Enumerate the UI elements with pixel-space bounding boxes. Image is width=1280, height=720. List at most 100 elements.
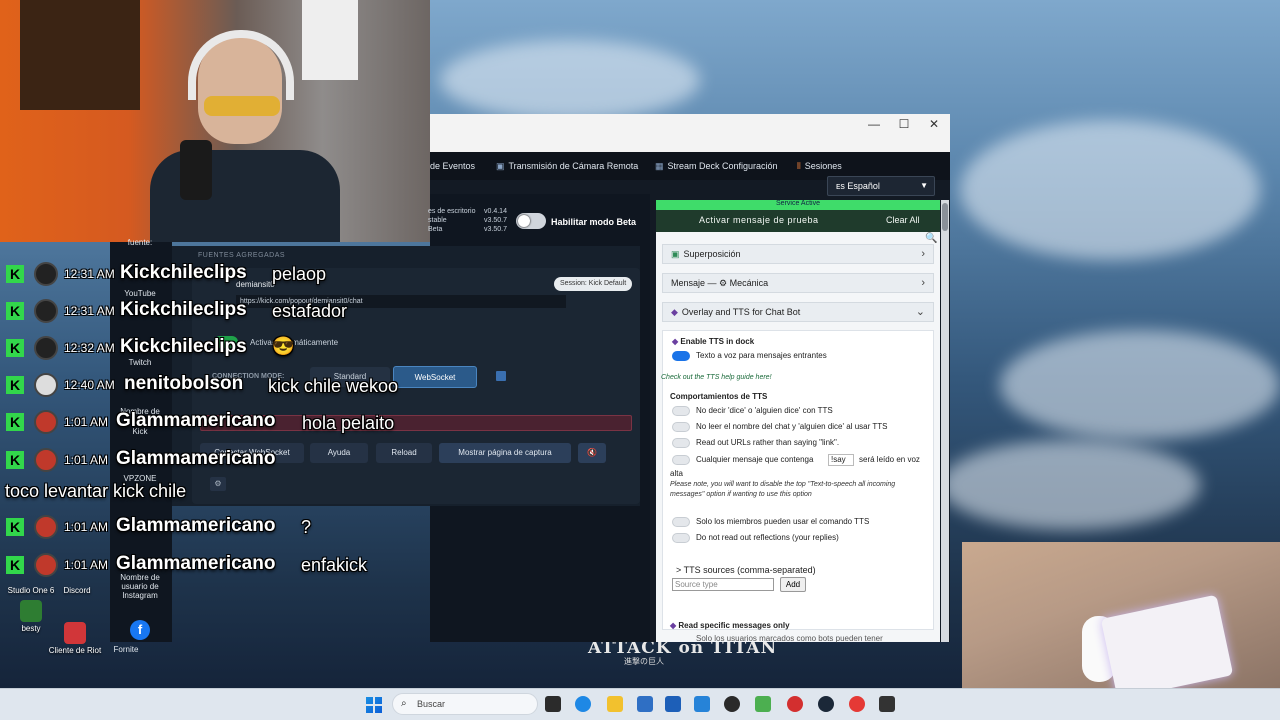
option-label-1: No decir 'dice' o 'alguien dice' con TTS bbox=[696, 406, 833, 415]
source-type-input[interactable]: Source type bbox=[672, 578, 774, 591]
avatar bbox=[34, 299, 58, 323]
enable-tts-toggle[interactable] bbox=[672, 351, 690, 361]
scrollbar-thumb[interactable] bbox=[942, 203, 948, 231]
chat-text: enfakick bbox=[301, 555, 368, 575]
headphones bbox=[188, 30, 294, 100]
avatar bbox=[34, 448, 58, 472]
mute-icon[interactable]: 🔇 bbox=[578, 443, 606, 463]
file-explorer-icon[interactable] bbox=[607, 696, 623, 712]
bots-note: Solo los usuarios marcados como bots pue… bbox=[696, 634, 883, 643]
label-fornite: Fornite bbox=[113, 645, 139, 654]
microphone bbox=[180, 140, 212, 200]
chat-username: Glammamericano bbox=[116, 515, 276, 536]
chat-text: toco levantar kick chile bbox=[5, 481, 187, 501]
chat-time: 12:31 AM bbox=[64, 304, 115, 318]
members-only-label: Solo los miembros pueden usar el comando… bbox=[696, 517, 870, 526]
camera-icon: ▣ bbox=[496, 161, 505, 171]
chat-emote: 😎 bbox=[272, 336, 295, 356]
read-specific-title: ◆ Read specific messages only bbox=[670, 621, 790, 630]
taskbar-search[interactable]: ⌕ Buscar bbox=[392, 693, 538, 715]
speaker-icon: ◆ bbox=[670, 621, 677, 630]
reload-button[interactable]: Reload bbox=[376, 443, 432, 463]
tab-sessions[interactable]: ⫴ Sesiones bbox=[797, 161, 842, 172]
label-fuente: fuente: bbox=[127, 238, 153, 247]
option-toggle-1[interactable] bbox=[672, 406, 690, 416]
help-button[interactable]: Ayuda bbox=[310, 443, 368, 463]
title-bar: — ☐ ✕ bbox=[430, 114, 950, 152]
option-toggle-4[interactable] bbox=[672, 455, 690, 465]
chevron-right-icon: › bbox=[921, 277, 925, 289]
no-reflections-toggle[interactable] bbox=[672, 533, 690, 543]
social-stream-icon[interactable] bbox=[755, 696, 771, 712]
row-message-mechanics[interactable]: Mensaje — ⚙ Mecánica › bbox=[662, 273, 934, 293]
steam-icon[interactable] bbox=[818, 696, 834, 712]
riot-icon bbox=[64, 622, 86, 644]
option-toggle-3[interactable] bbox=[672, 438, 690, 448]
search-icon[interactable]: 🔍 bbox=[925, 233, 937, 244]
windows-start-icon[interactable] bbox=[366, 697, 382, 713]
chat-time: 12:31 AM bbox=[64, 267, 115, 281]
language-select[interactable]: ᴇs Español ▼ bbox=[827, 176, 935, 196]
service-active-indicator: Service Active bbox=[656, 200, 940, 210]
info-icon[interactable] bbox=[496, 371, 506, 381]
option-toggle-2[interactable] bbox=[672, 422, 690, 432]
kick-badge-icon: K bbox=[6, 413, 24, 431]
tts-guide-link[interactable]: Check out the TTS help guide here! bbox=[661, 373, 772, 383]
clear-all-button[interactable]: Clear All bbox=[886, 215, 920, 225]
label-instagram: Nombre de usuario de Instagram bbox=[120, 573, 160, 600]
app-icon[interactable] bbox=[879, 696, 895, 712]
tts-icon: ◆ bbox=[671, 307, 678, 317]
enable-tts-sub: Texto a voz para mensajes entrantes bbox=[696, 351, 827, 360]
obs-icon[interactable] bbox=[724, 696, 740, 712]
add-source-button[interactable]: Add bbox=[780, 577, 806, 592]
chat-username: Glammamericano bbox=[116, 410, 276, 431]
tab-stream-deck[interactable]: ▦ Stream Deck Configuración bbox=[655, 161, 778, 172]
chrome-icon[interactable] bbox=[849, 696, 865, 712]
capture-page-button[interactable]: Mostrar página de captura bbox=[439, 443, 571, 463]
background-frame bbox=[20, 0, 140, 110]
background-window bbox=[302, 0, 358, 80]
members-only-toggle[interactable] bbox=[672, 517, 690, 527]
no-reflections-label: Do not read out reflections (your replie… bbox=[696, 533, 839, 542]
test-message-button[interactable]: Activar mensaje de prueba bbox=[699, 215, 819, 225]
scrollbar[interactable] bbox=[941, 200, 949, 642]
tab-remote-camera[interactable]: ▣ Transmisión de Cámara Remota bbox=[496, 161, 638, 172]
maximize-button[interactable]: ☐ bbox=[889, 114, 919, 134]
calendar-icon[interactable] bbox=[665, 696, 681, 712]
enable-tts-label: ◆ Enable TTS in dock bbox=[672, 337, 755, 346]
chat-text: estafador bbox=[272, 301, 348, 321]
app-icon[interactable] bbox=[694, 696, 710, 712]
settings-gear-icon[interactable]: ⚙ bbox=[210, 477, 226, 491]
tts-note: Please note, you will want to disable th… bbox=[670, 481, 896, 498]
beta-toggle[interactable] bbox=[516, 213, 546, 229]
avatar bbox=[34, 553, 58, 577]
chat-time: 1:01 AM bbox=[64, 415, 109, 429]
tts-sources-title[interactable]: > TTS sources (comma-separated) bbox=[676, 565, 816, 575]
desktop-label-discord[interactable]: Discord bbox=[46, 586, 108, 595]
facebook-icon: f bbox=[130, 620, 150, 640]
riot-taskbar-icon[interactable] bbox=[787, 696, 803, 712]
avatar bbox=[34, 515, 58, 539]
chat-username: Glammamericano bbox=[116, 553, 276, 574]
row-overlay[interactable]: ▣ Superposición › bbox=[662, 244, 934, 264]
chat-username: Kickchileclips bbox=[120, 262, 247, 283]
minimize-button[interactable]: — bbox=[859, 114, 889, 134]
close-button[interactable]: ✕ bbox=[919, 114, 949, 134]
row-overlay-tts[interactable]: ◆ Overlay and TTS for Chat Bot ⌄ bbox=[662, 302, 934, 322]
mode-websocket-button[interactable]: WebSocket bbox=[393, 366, 477, 388]
tts-behaviors-title: Comportamientos de TTS bbox=[670, 392, 768, 401]
option-command-prefix: Cualquier mensaje que contenga bbox=[696, 455, 814, 464]
sunglasses bbox=[204, 96, 280, 116]
sessions-icon: ⫴ bbox=[797, 161, 801, 171]
edge-icon[interactable] bbox=[575, 696, 591, 712]
command-input[interactable]: !say bbox=[828, 454, 854, 466]
chat-time: 1:01 AM bbox=[64, 558, 109, 572]
option-label-3: Read out URLs rather than saying "link". bbox=[696, 438, 840, 447]
store-icon[interactable] bbox=[637, 696, 653, 712]
chat-username: Kickchileclips bbox=[120, 336, 247, 357]
task-view-icon[interactable] bbox=[545, 696, 561, 712]
option-command-suffix-2: alta bbox=[670, 469, 683, 478]
kick-badge-icon: K bbox=[6, 265, 24, 283]
avatar bbox=[34, 410, 58, 434]
tab-events[interactable]: de Eventos bbox=[430, 161, 475, 171]
